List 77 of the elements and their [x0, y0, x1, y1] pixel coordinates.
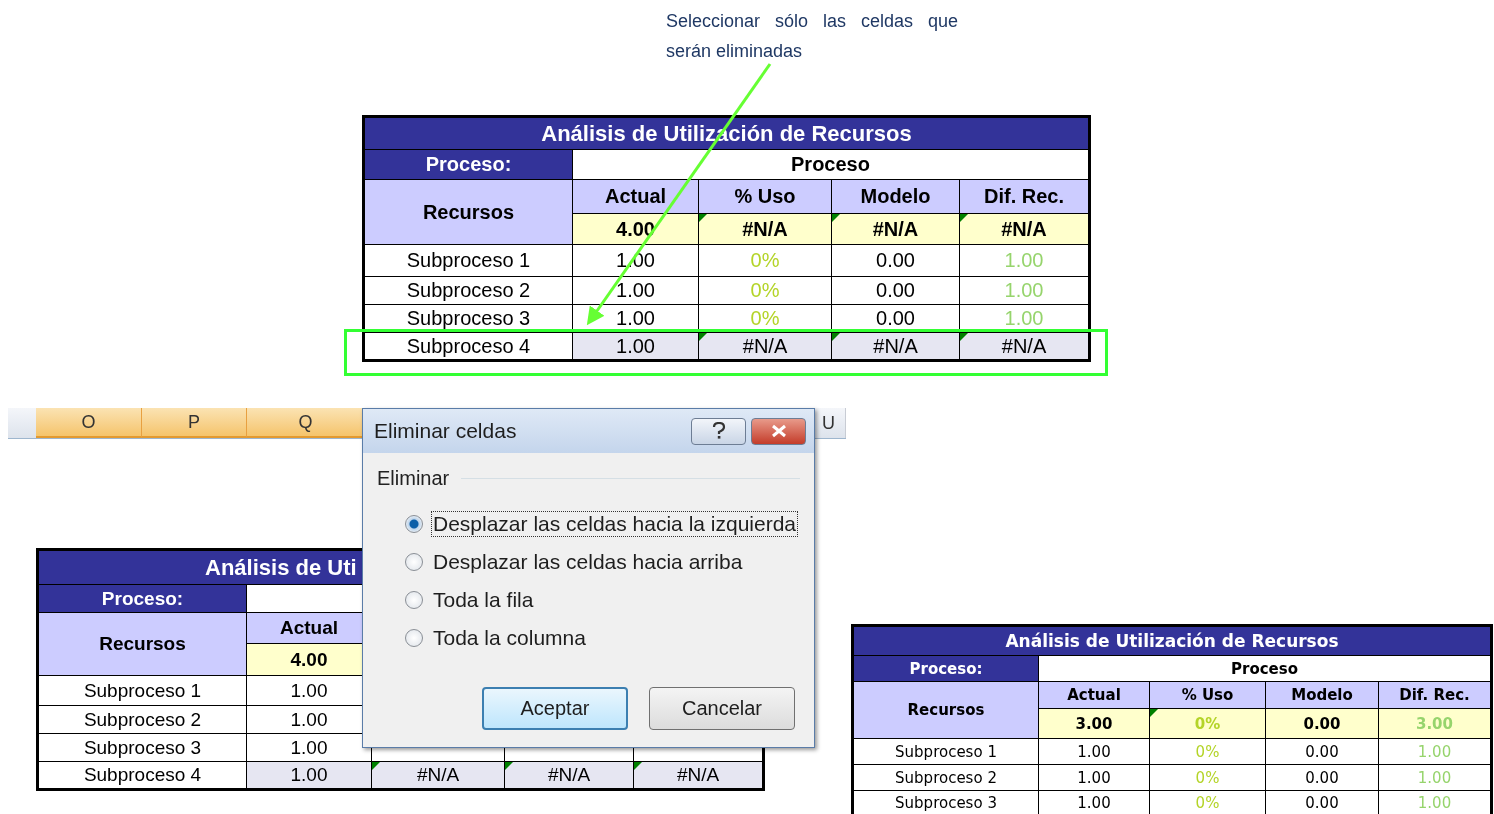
- table-cell: 1.00: [572, 304, 699, 333]
- option-label[interactable]: Toda la columna: [431, 624, 588, 651]
- help-button[interactable]: [691, 417, 746, 445]
- close-icon: [769, 424, 788, 438]
- table-cell: 1.00: [572, 276, 699, 305]
- table-cell: #N/A: [698, 213, 832, 245]
- option-label[interactable]: Toda la fila: [431, 586, 536, 613]
- column-header: Modelo: [831, 179, 960, 214]
- column-letter[interactable]: U: [818, 408, 846, 438]
- table-cell: 0.00: [831, 244, 960, 277]
- dialog-button[interactable]: Cancelar: [649, 687, 795, 730]
- column-header: % Uso: [698, 179, 832, 214]
- table-cell: #N/A: [831, 213, 960, 245]
- process-value: Proceso: [572, 149, 1090, 180]
- row-label: Subproceso 1: [852, 738, 1039, 765]
- table-cell: 0.00: [831, 276, 960, 305]
- row-label: Subproceso 2: [852, 764, 1039, 791]
- process-label: Proceso:: [852, 655, 1039, 682]
- column-header: Dif. Rec.: [959, 179, 1090, 214]
- table-cell: 0.00: [831, 304, 960, 333]
- dialog-title: Eliminar celdas: [374, 419, 517, 443]
- table-cell: 0%: [1149, 738, 1266, 765]
- option-label[interactable]: Desplazar las celdas hacia arriba: [431, 548, 745, 575]
- column-header: % Uso: [1149, 681, 1266, 709]
- table-cell: 0%: [698, 304, 832, 333]
- radio-button[interactable]: [405, 628, 423, 647]
- row-label: Subproceso 3: [37, 733, 247, 762]
- table-cell: 1.00: [572, 332, 699, 361]
- column-letter[interactable]: Q: [247, 408, 365, 438]
- option-label[interactable]: Desplazar las celdas hacia la izquierda: [431, 510, 799, 537]
- row-header: Recursos: [852, 681, 1039, 739]
- table-cell: 1.00: [1038, 738, 1150, 765]
- table-cell: 0%: [698, 244, 832, 277]
- column-header: Actual: [1038, 681, 1150, 709]
- radio-button[interactable]: [405, 552, 423, 571]
- table-cell: 1.00: [1038, 764, 1150, 791]
- radio-button[interactable]: [405, 514, 423, 533]
- radio-button[interactable]: [405, 590, 423, 609]
- table-cell: 0%: [698, 276, 832, 305]
- process-label: Proceso:: [363, 149, 573, 180]
- row-label: Subproceso 1: [37, 675, 247, 706]
- table-cell: #N/A: [371, 761, 505, 790]
- process-label: Proceso:: [37, 584, 247, 613]
- row-header: Recursos: [363, 179, 573, 245]
- column-letter[interactable]: O: [36, 408, 142, 438]
- table-cell: #N/A: [504, 761, 634, 790]
- table-title: Análisis de Utilización de Recursos: [852, 625, 1492, 656]
- dialog-button[interactable]: Aceptar: [482, 687, 628, 730]
- table-cell: 0.00: [1265, 738, 1379, 765]
- process-value: Proceso: [1038, 655, 1492, 682]
- column-header: Modelo: [1265, 681, 1379, 709]
- table-cell: 0.00: [1265, 708, 1379, 739]
- table-cell: 3.00: [1378, 708, 1492, 739]
- row-label: Subproceso 3: [852, 790, 1039, 814]
- table-cell: #N/A: [633, 761, 764, 790]
- table-cell: 0%: [1149, 708, 1266, 739]
- table-cell: #N/A: [831, 332, 960, 361]
- column-header: Dif. Rec.: [1378, 681, 1492, 709]
- row-label: Subproceso 4: [37, 761, 247, 790]
- row-label: Subproceso 4: [363, 332, 573, 361]
- column-header: Actual: [572, 179, 699, 214]
- row-header: Recursos: [37, 612, 247, 676]
- close-button[interactable]: [751, 417, 806, 445]
- table-cell: #N/A: [959, 213, 1090, 245]
- row-label: Subproceso 1: [363, 244, 573, 277]
- table-cell: #N/A: [959, 332, 1090, 361]
- table-cell: 1.00: [246, 761, 372, 790]
- table-cell: 0%: [1149, 764, 1266, 791]
- callout-text: Seleccionar sólo las celdas que serán eliminadas: [666, 10, 958, 63]
- row-label: Subproceso 2: [37, 705, 247, 734]
- table-cell: #N/A: [698, 332, 832, 361]
- table-cell: 3.00: [1038, 708, 1150, 739]
- table-cell: 0.00: [1265, 764, 1379, 791]
- group-label: Eliminar: [377, 467, 450, 490]
- help-icon: [711, 422, 726, 440]
- column-letter[interactable]: P: [142, 408, 247, 438]
- row-label: Subproceso 2: [363, 276, 573, 305]
